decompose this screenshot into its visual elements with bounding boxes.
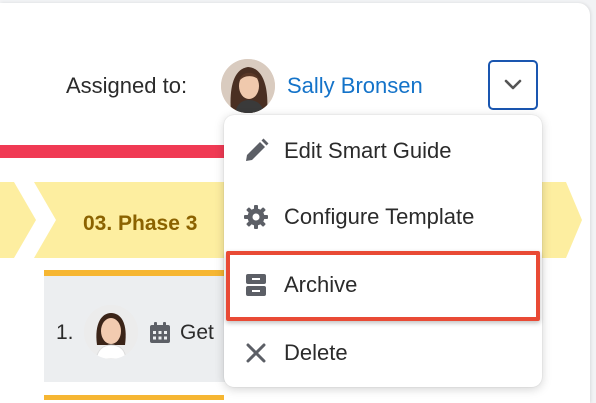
archive-icon — [242, 271, 270, 299]
menu-item-configure-template[interactable]: Configure Template — [224, 187, 542, 247]
assignee-avatar[interactable] — [221, 59, 275, 113]
next-task-bar — [44, 395, 224, 400]
chevron-down-icon — [504, 79, 522, 90]
pencil-icon — [242, 137, 270, 165]
menu-item-label: Delete — [284, 340, 348, 365]
menu-item-edit-smart-guide[interactable]: Edit Smart Guide — [224, 121, 542, 181]
menu-item-label: Archive — [284, 272, 358, 297]
calendar-icon — [148, 321, 172, 350]
previous-phase-chevron — [0, 182, 36, 258]
task-owner-avatar[interactable] — [84, 305, 138, 359]
gear-icon — [242, 203, 270, 231]
actions-dropdown-menu: Edit Smart Guide Configure Template Arch… — [224, 115, 542, 387]
progress-bar — [0, 145, 224, 158]
menu-item-delete[interactable]: Delete — [224, 323, 542, 383]
assignee-name-link[interactable]: Sally Bronsen — [287, 73, 423, 99]
task-number: 1. — [56, 321, 74, 344]
menu-item-label: Edit Smart Guide — [284, 138, 452, 163]
assigned-to-label: Assigned to: — [66, 73, 188, 98]
menu-item-archive[interactable]: Archive — [224, 255, 542, 315]
task-title[interactable]: Get — [180, 321, 214, 345]
actions-dropdown-button[interactable] — [488, 60, 538, 110]
menu-item-label: Configure Template — [284, 204, 475, 229]
phase-label[interactable]: 03. Phase 3 — [83, 212, 197, 236]
close-icon — [242, 339, 270, 367]
